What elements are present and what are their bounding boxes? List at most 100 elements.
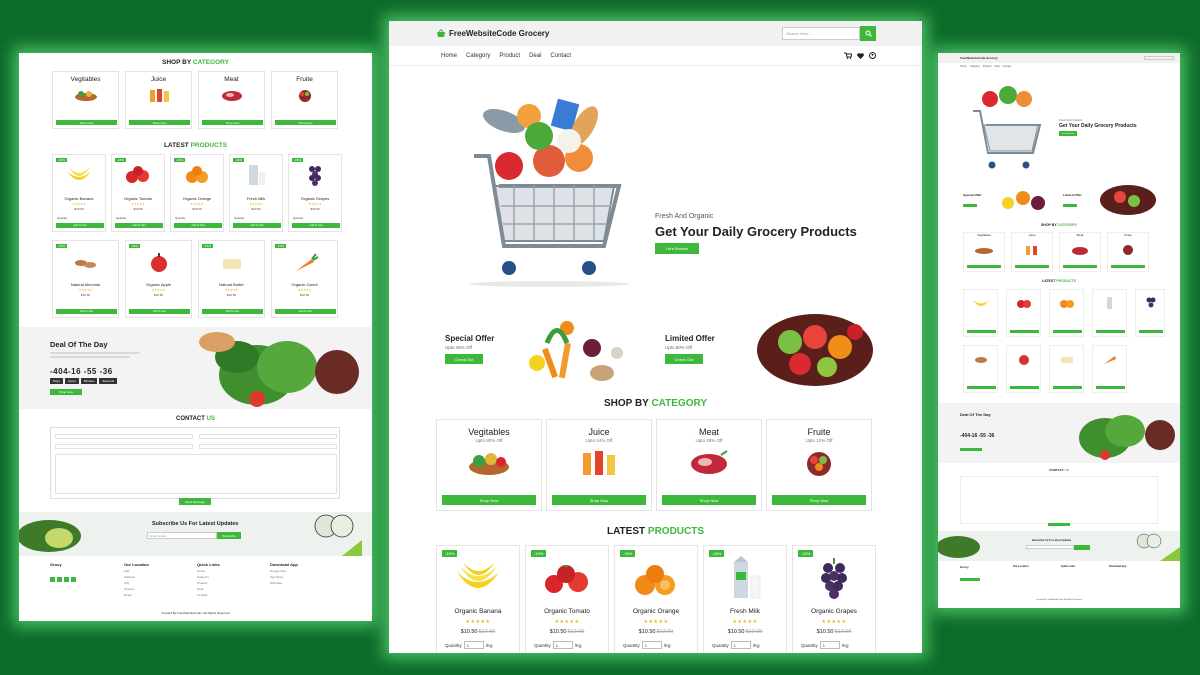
shop-now-button[interactable]: Shop Now [275, 120, 336, 125]
mini-avocado-image [938, 536, 980, 558]
user-icon[interactable] [869, 52, 876, 59]
product-card-milk[interactable]: -15% Fresh Milk ★★★★★ $10.50$12.00 Quant… [703, 545, 787, 653]
discount-badge: -15% [709, 550, 725, 557]
facebook-icon[interactable] [50, 577, 55, 582]
quantity-input[interactable]: 1 [552, 641, 573, 649]
category-card-fruite[interactable]: Fruite Shop Now [271, 71, 338, 129]
add-to-cart-button[interactable]: Add To Cart [56, 223, 104, 228]
twitter-icon[interactable] [57, 577, 62, 582]
nav-contact[interactable]: Contact [550, 53, 571, 59]
add-to-cart-button[interactable]: Add To Cart [292, 223, 340, 228]
mini-hero-button[interactable]: Let's Browse [1059, 131, 1077, 136]
message-field[interactable] [55, 454, 337, 494]
add-to-cart-button[interactable]: Add To Cart [174, 223, 222, 228]
mini-product-card[interactable] [1049, 289, 1084, 337]
shop-now-button[interactable]: Shop Now [662, 495, 756, 505]
add-to-cart-button[interactable]: Add To Cart [56, 309, 117, 314]
mini-category-card[interactable]: Fruite [1107, 232, 1149, 272]
nav-home[interactable]: Home [441, 53, 457, 59]
mini-category-card[interactable]: Vegitables [963, 232, 1005, 272]
product-card-orange[interactable]: -15% Organic Orange ★★★★★ $10.50$12.00 Q… [614, 545, 698, 653]
add-to-cart-button[interactable]: Add To Cart [202, 309, 263, 314]
product-card[interactable]: -15% Organic Grapes ★★★★★ $10.50 Quantit… [288, 154, 342, 232]
product-card-grapes[interactable]: -15% Organic Grapes ★★★★★ $10.50$12.00 Q… [792, 545, 876, 653]
quantity-input[interactable]: 1 [819, 641, 840, 649]
heart-icon[interactable] [857, 52, 864, 59]
email-field[interactable] [199, 434, 337, 439]
mini-product-card[interactable] [1006, 289, 1041, 337]
quantity-input[interactable]: 1 [641, 641, 662, 649]
subscribe-button[interactable]: Subscribe [217, 532, 241, 539]
contact-us-title: CONTACT US [176, 416, 215, 422]
search-input[interactable]: Search Here... [782, 27, 860, 40]
category-card-juice[interactable]: Juice Shop Now [125, 71, 192, 129]
mini-category-card[interactable]: Meat [1059, 232, 1101, 272]
subscribe-email-input[interactable]: Enter Email... [147, 532, 217, 539]
banana-icon [457, 562, 499, 588]
product-card[interactable]: -15% Organic Carrot ★★★★★ $10.50 Add To … [271, 240, 338, 318]
shop-now-button[interactable]: Shop Now [772, 495, 866, 505]
mini-product-card[interactable] [1092, 289, 1127, 337]
quantity-input[interactable]: 1 [730, 641, 751, 649]
shop-now-button[interactable]: Shop Now [202, 120, 263, 125]
product-card[interactable]: -15% Natural Almonds ★★★★★ $10.50 Add To… [52, 240, 119, 318]
category-card-fruite[interactable]: Fruite Upto 12% Off Shop Now [766, 419, 872, 511]
product-card[interactable]: -15% Organic Banana ★★★★★ $10.50 Quantit… [52, 154, 106, 232]
category-card-vegitables[interactable]: Vegitables Upto 80% Off Shop Now [436, 419, 542, 511]
mini-product-card[interactable] [1092, 345, 1127, 393]
product-card[interactable]: -15% Fresh Milk ★★★★★ $10.50 Quantity Ad… [229, 154, 283, 232]
mini-search-input[interactable] [1144, 56, 1174, 60]
add-to-cart-button[interactable]: Add To Cart [275, 309, 336, 314]
deal-shop-now-button[interactable]: Shop Now [50, 389, 82, 395]
limited-offer-button[interactable]: Check Out [665, 354, 703, 364]
quantity-input[interactable]: 1 [463, 641, 484, 649]
nav-deal[interactable]: Deal [529, 53, 541, 59]
banana-icon [67, 167, 91, 180]
special-offer-button[interactable]: Check Out [445, 354, 483, 364]
site-logo[interactable]: FreeWebsiteCode Grocery [436, 29, 549, 38]
product-card-banana[interactable]: -15% Organic Banana ★★★★★ $10.50$12.00 Q… [436, 545, 520, 653]
nav-product[interactable]: Product [499, 53, 520, 59]
nav-category[interactable]: Category [466, 53, 490, 59]
mini-category-card[interactable]: Juice [1011, 232, 1053, 272]
product-card[interactable]: -15% Organic Apple ★★★★★ $10.50 Add To C… [125, 240, 192, 318]
contact-form [50, 427, 340, 499]
linkedin-icon[interactable] [71, 577, 76, 582]
mini-product-card[interactable] [963, 289, 998, 337]
search-button[interactable] [860, 26, 876, 41]
instagram-icon[interactable] [64, 577, 69, 582]
product-card[interactable]: -15% Organic Tomato ★★★★★ $10.50 Quantit… [111, 154, 165, 232]
category-card-meat[interactable]: Meat Upto 28% Off Shop Now [656, 419, 762, 511]
product-card[interactable]: -15% Organic Orange ★★★★★ $10.50 Quantit… [170, 154, 224, 232]
phone-field[interactable] [55, 444, 193, 449]
rating-stars: ★★★★★ [465, 619, 491, 625]
cart-icon[interactable] [844, 52, 852, 59]
product-card[interactable]: -15% Natural Butter ★★★★★ $10.50 Add To … [198, 240, 265, 318]
add-to-cart-button[interactable]: Add To Cart [233, 223, 281, 228]
name-field[interactable] [55, 434, 193, 439]
shop-now-button[interactable]: Shop Now [552, 495, 646, 505]
add-to-cart-button[interactable]: Add To Cart [115, 223, 163, 228]
shop-now-button[interactable]: Shop Now [442, 495, 536, 505]
subject-field[interactable] [199, 444, 337, 449]
shop-now-button[interactable]: Shop Now [56, 120, 117, 125]
category-card-meat[interactable]: Meat Shop Now [198, 71, 265, 129]
vegetables-icon [469, 453, 509, 475]
shop-now-button[interactable]: Shop Now [129, 120, 190, 125]
category-card-vegitables[interactable]: Vegitables Shop Now [52, 71, 119, 129]
mini-product-card[interactable] [1049, 345, 1084, 393]
milk-icon [249, 165, 265, 185]
mini-product-card[interactable] [1006, 345, 1041, 393]
avocado-image [19, 520, 81, 552]
hero-browse-button[interactable]: Let's Browse [655, 243, 699, 254]
fruit-bowl-icon [807, 452, 831, 476]
product-name: Organic Banana [454, 608, 502, 615]
category-card-juice[interactable]: Juice Upto 44% Off Shop Now [546, 419, 652, 511]
mini-product-card[interactable] [1135, 289, 1165, 337]
add-to-cart-button[interactable]: Add To Cart [129, 309, 190, 314]
old-price: $12.00 [656, 629, 674, 635]
product-card-tomato[interactable]: -15% Organic Tomato ★★★★★ $10.50$12.00 Q… [525, 545, 609, 653]
carrot-icon [295, 253, 319, 271]
mini-product-card[interactable] [963, 345, 998, 393]
send-message-button[interactable]: Send Message [179, 498, 211, 505]
